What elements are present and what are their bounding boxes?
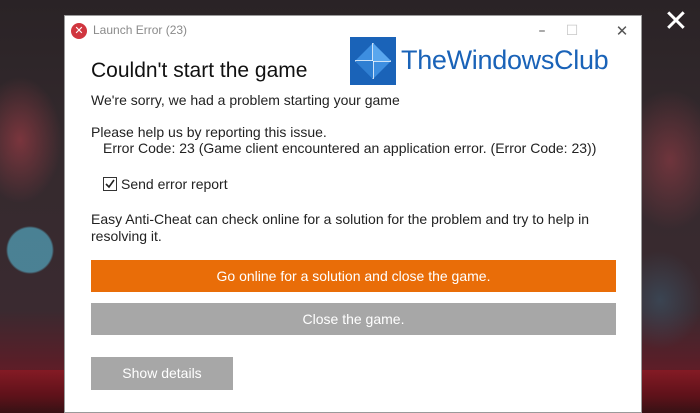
thewindowsclub-watermark: TheWindowsClub: [350, 37, 612, 85]
error-subheading: We're sorry, we had a problem starting y…: [91, 92, 400, 108]
report-label: Please help us by reporting this issue.: [91, 124, 327, 140]
windows-logo-icon: [350, 37, 396, 85]
send-error-report-checkbox[interactable]: Send error report: [103, 176, 228, 192]
error-icon: ✕: [71, 23, 87, 39]
go-online-button[interactable]: Go online for a solution and close the g…: [91, 260, 616, 292]
page-title: Couldn't start the game: [91, 59, 308, 82]
overlay-close-icon[interactable]: ✕: [662, 7, 690, 37]
send-report-label: Send error report: [121, 176, 228, 192]
error-code-text: Error Code: 23 (Game client encountered …: [103, 140, 597, 156]
show-details-button[interactable]: Show details: [91, 357, 233, 390]
launch-error-dialog: ✕ Launch Error (23) – ☐ ✕ TheWindowsClub…: [64, 15, 642, 413]
window-title: Launch Error (23): [93, 23, 188, 37]
close-game-button[interactable]: Close the game.: [91, 303, 616, 335]
watermark-text: TheWindowsClub: [401, 45, 609, 75]
anti-cheat-message: Easy Anti-Cheat can check online for a s…: [91, 211, 590, 244]
checkbox-checked-icon[interactable]: [103, 177, 117, 191]
close-window-button[interactable]: ✕: [611, 20, 633, 42]
